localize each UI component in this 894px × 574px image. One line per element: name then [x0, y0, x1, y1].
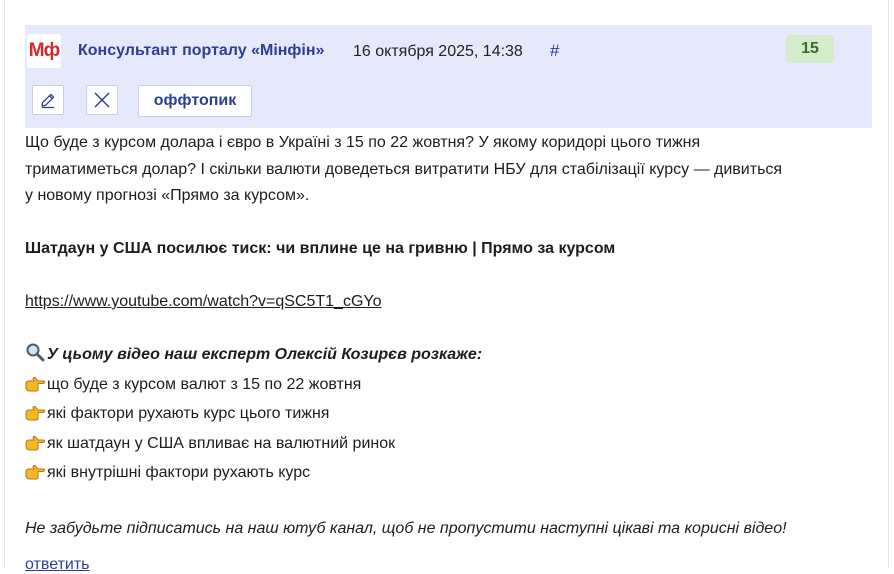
post-score-badge: 15: [786, 35, 834, 63]
magnifier-icon: [25, 342, 47, 372]
list-item-text: що буде з курсом валют з 15 по 22 жовтня: [47, 375, 362, 393]
pointing-hand-icon: [25, 404, 47, 431]
list-item: що буде з курсом валют з 15 по 22 жовтня: [25, 372, 845, 402]
list-title: У цьому відео наш експерт Олексій Козирє…: [47, 346, 483, 363]
edit-button[interactable]: [32, 85, 64, 115]
offtopic-tag-button[interactable]: оффтопик: [138, 85, 252, 117]
frame-border-left: [4, 0, 5, 568]
list-item: як шатдаун у США впливає на валютний рин…: [25, 431, 845, 461]
close-button[interactable]: [86, 85, 118, 115]
author-name-link[interactable]: Консультант порталу «Мінфін»: [78, 42, 324, 60]
list-item: які внутрішні фактори рухають курс: [25, 460, 845, 490]
post-anchor-link[interactable]: #: [550, 41, 559, 61]
close-icon: [94, 92, 110, 108]
video-headline: Шатдаун у США посилює тиск: чи вплине це…: [25, 240, 616, 257]
pointing-hand-icon: [25, 463, 47, 490]
frame-border-right: [888, 0, 889, 568]
post-date: 16 октября 2025, 14:38: [353, 43, 523, 60]
logo-text: Мф: [28, 40, 60, 61]
video-url-link[interactable]: https://www.youtube.com/watch?v=qSC5T1_c…: [25, 293, 381, 310]
intro-line-2: триматиметься долар? І скільки валюти до…: [25, 160, 783, 178]
list-item-text: як шатдаун у США впливає на валютний рин…: [47, 434, 396, 452]
pencil-icon: [41, 93, 55, 109]
list-title-row: У цьому відео наш експерт Олексій Козирє…: [25, 342, 845, 372]
pointing-hand-icon: [25, 375, 47, 402]
list-item: які фактори рухають курс цього тижня: [25, 401, 845, 431]
list-item-text: які внутрішні фактори рухають курс: [47, 464, 311, 481]
post-body: Що буде з курсом долара і євро в Україні…: [25, 130, 845, 543]
list-item-text: які фактори рухають курс цього тижня: [47, 405, 330, 422]
post-header: Мф Консультант порталу «Мінфін» 16 октяб…: [25, 25, 872, 128]
pointing-hand-icon: [25, 434, 47, 461]
author-avatar[interactable]: Мф: [27, 34, 61, 68]
intro-line-1: Що буде з курсом долара і євро в Україні…: [25, 134, 701, 151]
reply-link[interactable]: ответить: [25, 556, 90, 574]
subscribe-note: Не забудьте підписатись на наш ютуб кана…: [25, 520, 787, 537]
intro-line-3: у новому прогнозі «Прямо за курсом».: [25, 187, 310, 204]
